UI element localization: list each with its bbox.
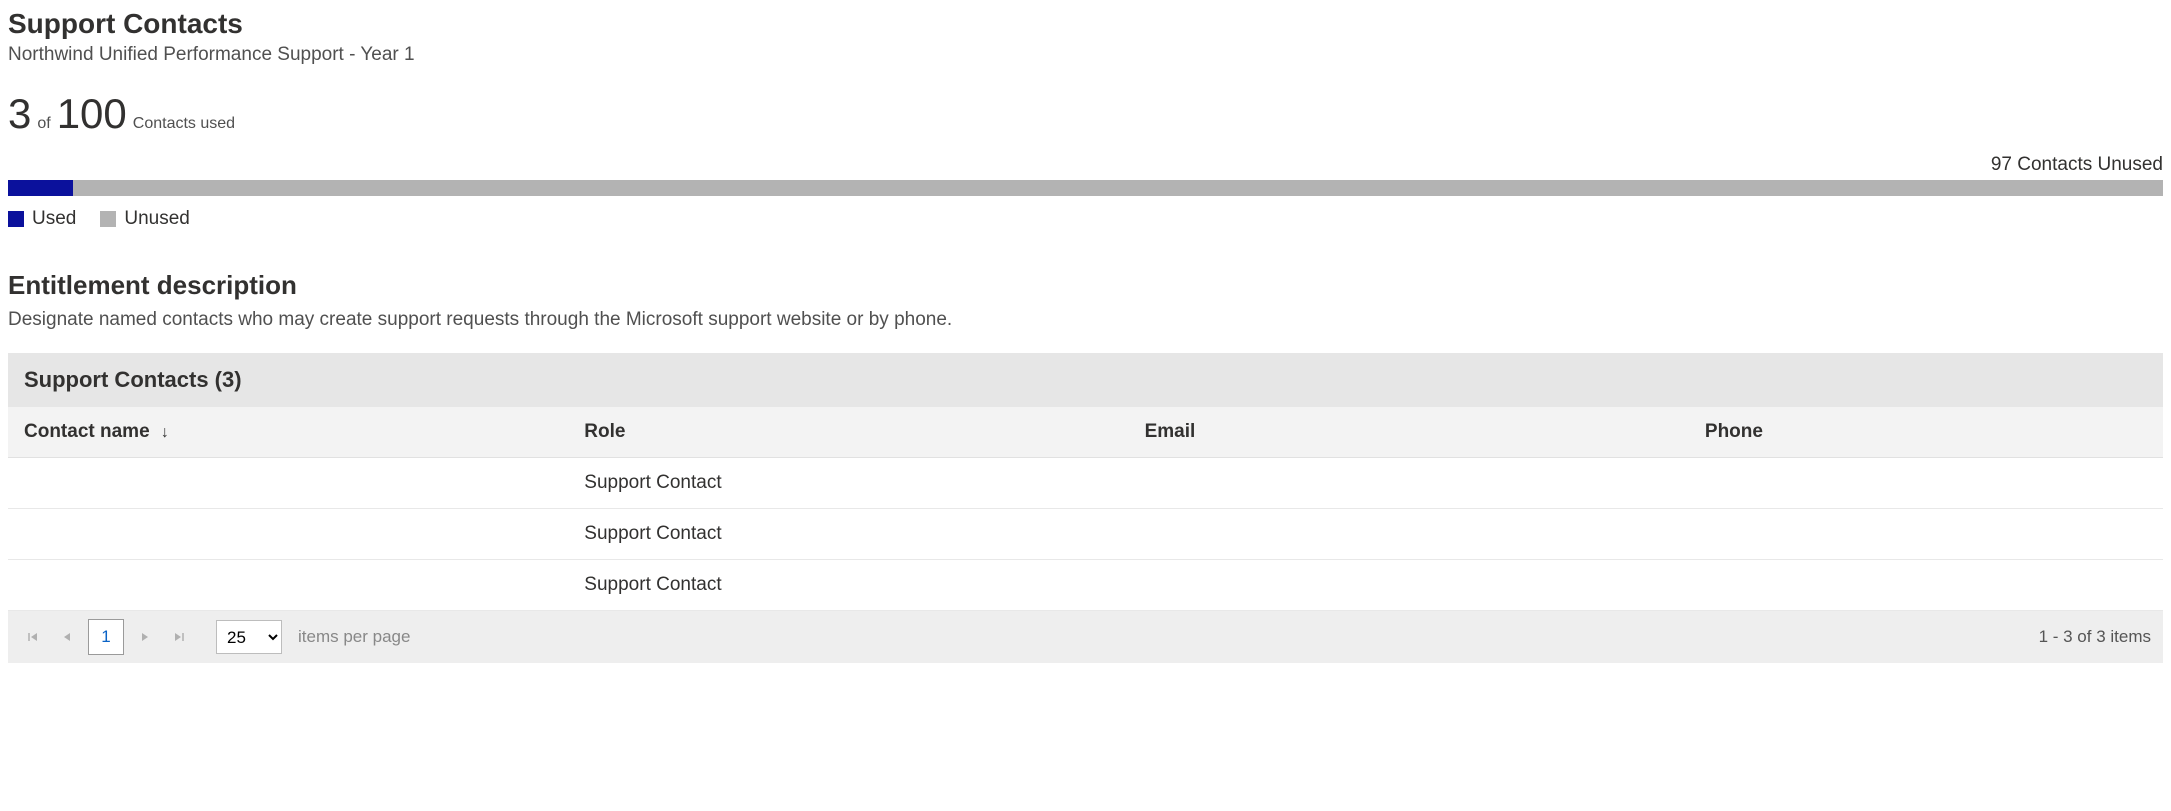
cell-role: Support Contact <box>568 509 1128 560</box>
legend-unused-swatch <box>100 211 116 227</box>
usage-total-number: 100 <box>57 90 127 138</box>
table-row[interactable]: Support Contact <box>8 509 2163 560</box>
column-header-phone[interactable]: Phone <box>1689 407 2163 458</box>
column-header-email[interactable]: Email <box>1129 407 1689 458</box>
cell-phone <box>1689 458 2163 509</box>
cell-role: Support Contact <box>568 458 1128 509</box>
next-page-icon <box>140 632 150 642</box>
table-row[interactable]: Support Contact <box>8 458 2163 509</box>
unused-count-text: 97 Contacts Unused <box>8 154 2163 176</box>
usage-used-number: 3 <box>8 90 31 138</box>
table-pager: 1 25 items per page 1 - 3 of 3 items <box>8 611 2163 663</box>
usage-summary: 3 of 100 Contacts used <box>8 90 2163 138</box>
legend-used-label: Used <box>32 208 76 230</box>
usage-of-label: of <box>37 115 50 133</box>
sort-arrow-down-icon: ↓ <box>161 424 169 441</box>
usage-bar <box>8 180 2163 196</box>
last-page-icon <box>174 632 184 642</box>
legend-used-swatch <box>8 211 24 227</box>
pager-prev-button[interactable] <box>54 624 80 650</box>
page-subtitle: Northwind Unified Performance Support - … <box>8 44 2163 66</box>
pager-last-button[interactable] <box>166 624 192 650</box>
legend-unused: Unused <box>100 208 190 230</box>
items-per-page-label: items per page <box>298 627 410 647</box>
table-row[interactable]: Support Contact <box>8 560 2163 611</box>
page-size-select[interactable]: 25 <box>216 620 282 654</box>
cell-role: Support Contact <box>568 560 1128 611</box>
cell-email <box>1129 458 1689 509</box>
cell-name <box>8 509 568 560</box>
cell-phone <box>1689 509 2163 560</box>
cell-name <box>8 458 568 509</box>
usage-used-label: Contacts used <box>133 115 235 133</box>
pager-first-button[interactable] <box>20 624 46 650</box>
table-panel-title: Support Contacts (3) <box>8 353 2163 407</box>
usage-bar-used-segment <box>8 180 73 196</box>
contacts-table: Contact name ↓ Role Email Phone Support … <box>8 407 2163 611</box>
first-page-icon <box>28 632 38 642</box>
table-header-row: Contact name ↓ Role Email Phone <box>8 407 2163 458</box>
column-header-contact-name-label: Contact name <box>24 421 150 442</box>
column-header-contact-name[interactable]: Contact name ↓ <box>8 407 568 458</box>
legend-used: Used <box>8 208 76 230</box>
cell-name <box>8 560 568 611</box>
cell-email <box>1129 509 1689 560</box>
prev-page-icon <box>62 632 72 642</box>
column-header-role[interactable]: Role <box>568 407 1128 458</box>
usage-legend: Used Unused <box>8 208 2163 230</box>
entitlement-description: Designate named contacts who may create … <box>8 309 2163 331</box>
pager-current-page[interactable]: 1 <box>88 619 124 655</box>
cell-phone <box>1689 560 2163 611</box>
pager-range-text: 1 - 3 of 3 items <box>2039 627 2151 647</box>
pager-next-button[interactable] <box>132 624 158 650</box>
legend-unused-label: Unused <box>124 208 190 230</box>
cell-email <box>1129 560 1689 611</box>
entitlement-heading: Entitlement description <box>8 270 2163 301</box>
page-title: Support Contacts <box>8 8 2163 40</box>
